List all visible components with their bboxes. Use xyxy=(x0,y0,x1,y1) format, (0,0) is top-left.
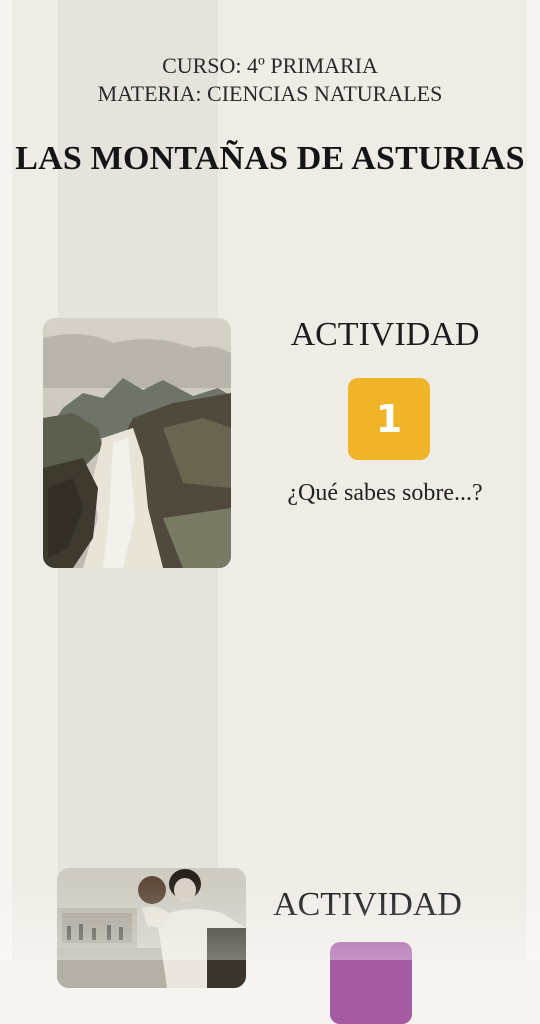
activity-1-label: ACTIVIDAD xyxy=(290,316,480,353)
vintage-photo xyxy=(57,868,246,988)
activity-2-badge[interactable] xyxy=(330,942,412,1024)
activity-1-number: 1 xyxy=(375,397,403,441)
activity-2-label: ACTIVIDAD xyxy=(273,886,462,923)
course-line: CURSO: 4º PRIMARIA xyxy=(162,53,378,78)
activity-1-image[interactable] xyxy=(43,318,231,568)
activity-1-badge[interactable]: 1 xyxy=(348,378,430,460)
course-info: CURSO: 4º PRIMARIA MATERIA: CIENCIAS NAT… xyxy=(0,52,540,108)
waterfall-painting xyxy=(43,318,231,568)
subject-line: MATERIA: CIENCIAS NATURALES xyxy=(97,81,443,106)
page-title: LAS MONTAÑAS DE ASTURIAS xyxy=(15,140,525,177)
activity-1-question: ¿Qué sabes sobre...? xyxy=(287,480,483,506)
activity-2-image[interactable] xyxy=(57,868,246,988)
